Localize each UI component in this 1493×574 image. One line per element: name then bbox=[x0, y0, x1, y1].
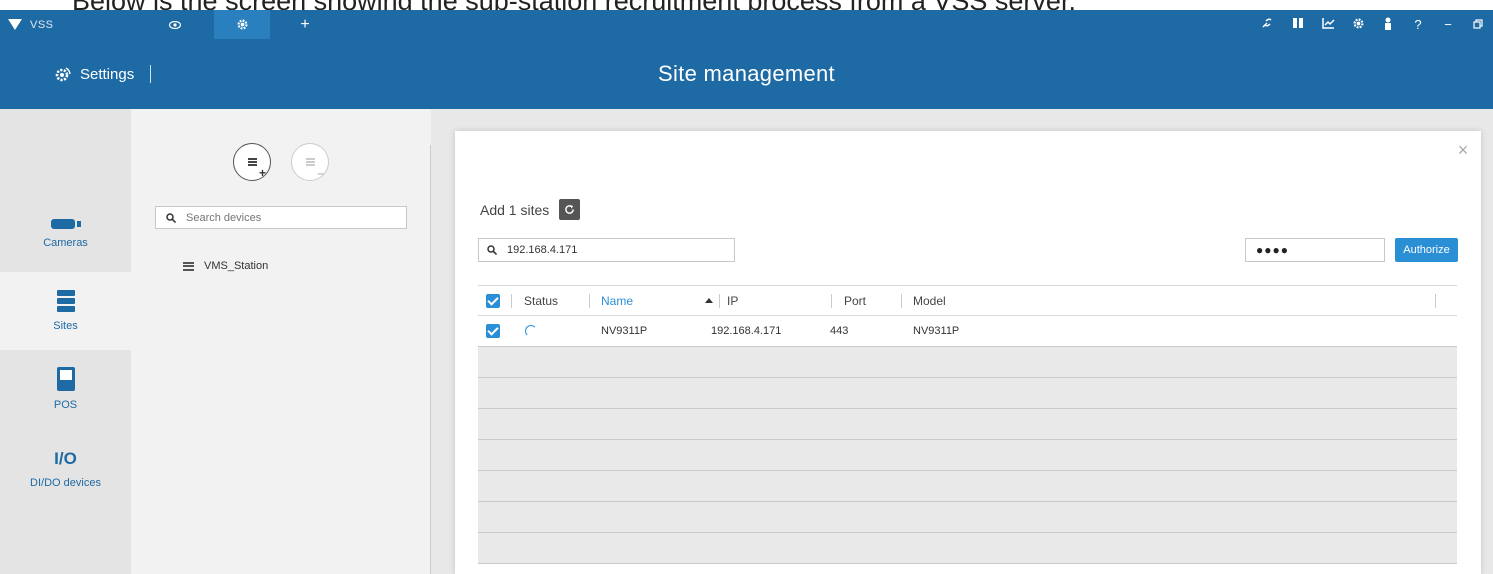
user-icon[interactable] bbox=[1373, 17, 1403, 33]
sites-icon bbox=[56, 290, 75, 312]
eye-icon bbox=[169, 20, 181, 29]
empty-row bbox=[478, 533, 1457, 564]
brand-name: VSS bbox=[30, 18, 54, 31]
header-divider bbox=[150, 65, 152, 83]
add-site-button[interactable]: + bbox=[233, 143, 271, 181]
empty-row bbox=[478, 347, 1457, 378]
search-icon bbox=[487, 245, 497, 255]
col-model[interactable]: Model bbox=[913, 286, 946, 315]
io-icon: I/O bbox=[54, 449, 77, 468]
tab-settings[interactable] bbox=[214, 10, 270, 39]
page-title: Site management bbox=[658, 61, 835, 86]
col-port[interactable]: Port bbox=[844, 286, 866, 315]
refresh-button[interactable] bbox=[559, 199, 581, 220]
search-icon bbox=[166, 212, 176, 223]
check-icon bbox=[486, 293, 500, 308]
empty-row bbox=[478, 409, 1457, 440]
sidebar-item-cameras[interactable]: Cameras bbox=[0, 199, 131, 269]
row-name: NV9311P bbox=[601, 325, 648, 337]
restore-icon[interactable] bbox=[1463, 17, 1493, 32]
empty-row bbox=[478, 440, 1457, 471]
site-name: VMS_Station bbox=[204, 260, 269, 272]
device-panel bbox=[131, 109, 431, 574]
sidebar-item-label: DI/DO devices bbox=[30, 477, 101, 489]
tab-liveview[interactable] bbox=[155, 10, 195, 39]
add-sites-header: Add 1 sites bbox=[480, 199, 581, 220]
remove-site-button[interactable]: – bbox=[291, 143, 329, 181]
gear-icon bbox=[236, 19, 248, 30]
table-row[interactable]: NV9311P 192.168.4.171 443 NV9311P bbox=[478, 316, 1457, 347]
settings-label: Settings bbox=[80, 65, 135, 83]
site-search[interactable] bbox=[478, 238, 735, 262]
server-icon bbox=[247, 158, 257, 166]
search-devices-input[interactable] bbox=[186, 211, 386, 224]
close-icon[interactable]: × bbox=[1455, 141, 1471, 159]
col-ip[interactable]: IP bbox=[727, 286, 738, 315]
status-loading-icon bbox=[525, 316, 537, 346]
check-icon bbox=[486, 324, 500, 338]
row-model: NV9311P bbox=[913, 325, 960, 337]
sidebar-item-sites[interactable]: Sites bbox=[0, 272, 131, 350]
app-brand[interactable]: VSS bbox=[8, 10, 54, 39]
empty-row bbox=[478, 502, 1457, 533]
chart-icon[interactable] bbox=[1313, 17, 1343, 32]
row-port: 443 bbox=[830, 325, 849, 337]
server-icon bbox=[183, 261, 194, 271]
settings-breadcrumb[interactable]: Settings bbox=[52, 39, 152, 109]
settings-gear-icon bbox=[55, 67, 71, 82]
refresh-icon bbox=[565, 204, 575, 214]
row-ip: 192.168.4.171 bbox=[711, 325, 782, 337]
sort-asc-icon[interactable] bbox=[705, 286, 713, 315]
plus-icon: + bbox=[258, 166, 266, 180]
minus-icon: – bbox=[317, 166, 324, 180]
sites-table: Status Name IP Port Model NV9311P 192.16… bbox=[478, 285, 1457, 564]
sidebar-item-label: Sites bbox=[53, 320, 78, 332]
left-sidebar: Cameras Sites POS I/O DI/DO devices bbox=[0, 109, 131, 574]
select-all-checkbox[interactable] bbox=[486, 286, 500, 315]
empty-row bbox=[478, 471, 1457, 502]
dialog-heading: Add 1 sites bbox=[480, 201, 550, 218]
server-icon bbox=[305, 158, 315, 166]
col-name[interactable]: Name bbox=[601, 286, 633, 315]
pos-icon bbox=[56, 367, 75, 391]
authorize-button[interactable]: Authorize bbox=[1395, 238, 1458, 262]
password-field[interactable]: ●●●● bbox=[1245, 238, 1385, 262]
sidebar-item-label: POS bbox=[53, 399, 78, 411]
vss-logo-icon bbox=[8, 19, 22, 30]
site-search-input[interactable] bbox=[507, 244, 717, 256]
page-header: Site management Settings bbox=[0, 39, 1493, 109]
help-icon[interactable]: ? bbox=[1403, 17, 1433, 32]
sidebar-item-label: Cameras bbox=[43, 237, 88, 249]
gear-icon[interactable] bbox=[1343, 17, 1373, 33]
minimize-button[interactable]: − bbox=[1433, 17, 1463, 32]
top-bar: VSS + ? − bbox=[0, 10, 1493, 39]
table-header: Status Name IP Port Model bbox=[478, 285, 1457, 316]
empty-row bbox=[478, 378, 1457, 409]
bookmark-icon[interactable] bbox=[1283, 17, 1313, 32]
col-status[interactable]: Status bbox=[524, 286, 558, 315]
sidebar-item-dido[interactable]: I/O DI/DO devices bbox=[0, 439, 131, 499]
link-icon[interactable] bbox=[1253, 17, 1283, 32]
camera-icon bbox=[50, 219, 81, 229]
add-tab-button[interactable]: + bbox=[290, 10, 320, 39]
site-list-item[interactable]: VMS_Station bbox=[183, 260, 268, 272]
sidebar-item-pos[interactable]: POS bbox=[0, 354, 131, 424]
device-search[interactable] bbox=[155, 206, 407, 229]
row-checkbox[interactable] bbox=[486, 316, 500, 346]
toolbar-right: ? − bbox=[1253, 10, 1493, 39]
